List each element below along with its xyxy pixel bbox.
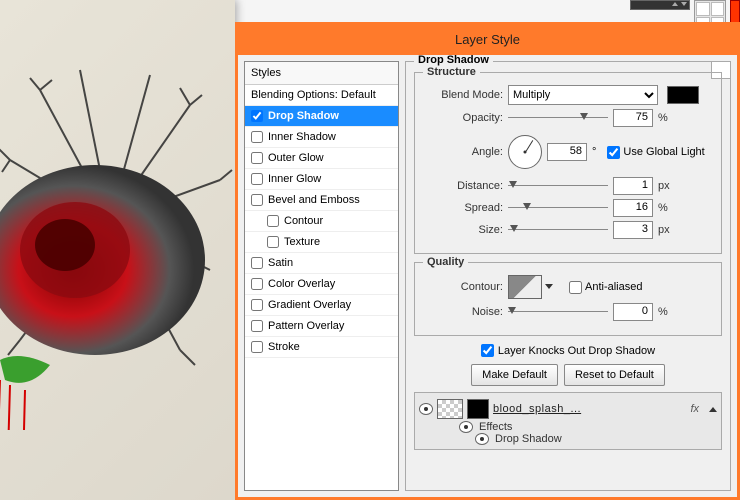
style-item-stroke[interactable]: Stroke	[245, 337, 398, 358]
angle-label: Angle:	[425, 146, 503, 158]
style-checkbox[interactable]	[267, 215, 279, 227]
distance-slider[interactable]	[508, 179, 608, 193]
visibility-eye-icon[interactable]	[459, 421, 473, 433]
anti-aliased-checkbox[interactable]: Anti-aliased	[569, 281, 642, 294]
style-checkbox[interactable]	[251, 173, 263, 185]
effect-settings-panel: Drop Shadow Structure Blend Mode: Multip…	[399, 55, 737, 497]
style-checkbox[interactable]	[267, 236, 279, 248]
style-checkbox[interactable]	[251, 194, 263, 206]
styles-header[interactable]: Styles	[245, 62, 398, 85]
knockout-row: Layer Knocks Out Drop Shadow	[414, 344, 722, 360]
noise-label: Noise:	[425, 306, 503, 318]
contour-label: Contour:	[425, 281, 503, 293]
noise-slider[interactable]	[508, 305, 608, 319]
visibility-eye-icon[interactable]	[419, 403, 433, 415]
layer-mask-thumb	[467, 399, 489, 419]
blend-mode-label: Blend Mode:	[425, 89, 503, 101]
quality-fieldset: Quality Contour: Anti-aliased Noise: 0 %	[414, 262, 722, 336]
spread-label: Spread:	[425, 202, 503, 214]
style-label: Drop Shadow	[268, 110, 339, 122]
blending-options-row[interactable]: Blending Options: Default	[245, 85, 398, 106]
layer-name[interactable]: blood_splash_...	[493, 403, 581, 415]
spread-input[interactable]: 16	[613, 199, 653, 217]
panel-collapse-bar[interactable]	[630, 0, 690, 10]
noise-input[interactable]: 0	[613, 303, 653, 321]
effects-row[interactable]: Effects	[419, 421, 717, 433]
global-light-checkbox[interactable]: Use Global Light	[607, 146, 704, 159]
style-label: Inner Shadow	[268, 131, 336, 143]
style-label: Stroke	[268, 341, 300, 353]
styles-list-panel: Styles Blending Options: Default Drop Sh…	[244, 61, 399, 491]
size-slider[interactable]	[508, 223, 608, 237]
structure-fieldset: Structure Blend Mode: Multiply Opacity: …	[414, 72, 722, 254]
style-item-pattern-overlay[interactable]: Pattern Overlay	[245, 316, 398, 337]
knockout-checkbox[interactable]: Layer Knocks Out Drop Shadow	[481, 344, 655, 357]
reset-default-button[interactable]: Reset to Default	[564, 364, 665, 386]
visibility-eye-icon[interactable]	[475, 433, 489, 445]
layer-thumb-checker	[437, 399, 463, 419]
layer-preview-strip: blood_splash_... fx Effects Drop Shadow	[414, 392, 722, 450]
style-item-contour[interactable]: Contour	[245, 211, 398, 232]
top-panel-strip	[630, 0, 740, 22]
quality-legend: Quality	[423, 256, 468, 268]
layer-style-dialog: Layer Style Styles Blending Options: Def…	[235, 22, 740, 500]
distance-label: Distance:	[425, 180, 503, 192]
collapse-arrow-icon[interactable]	[709, 407, 717, 412]
style-item-inner-glow[interactable]: Inner Glow	[245, 169, 398, 190]
style-label: Bevel and Emboss	[268, 194, 360, 206]
style-checkbox[interactable]	[251, 320, 263, 332]
style-checkbox[interactable]	[251, 131, 263, 143]
blend-mode-select[interactable]: Multiply	[508, 85, 658, 105]
style-label: Gradient Overlay	[268, 299, 351, 311]
style-item-satin[interactable]: Satin	[245, 253, 398, 274]
angle-input[interactable]: 58	[547, 143, 587, 161]
size-label: Size:	[425, 224, 503, 236]
style-label: Inner Glow	[268, 173, 321, 185]
style-checkbox[interactable]	[251, 110, 263, 122]
shadow-color-swatch[interactable]	[667, 86, 699, 104]
style-checkbox[interactable]	[251, 341, 263, 353]
canvas-background	[0, 0, 235, 500]
effect-drop-shadow-row[interactable]: Drop Shadow	[419, 433, 717, 445]
style-label: Contour	[284, 215, 323, 227]
style-item-gradient-overlay[interactable]: Gradient Overlay	[245, 295, 398, 316]
style-label: Texture	[284, 236, 320, 248]
dialog-title: Layer Style	[238, 25, 737, 55]
section-title: Drop Shadow	[414, 55, 493, 66]
style-label: Color Overlay	[268, 278, 335, 290]
style-item-drop-shadow[interactable]: Drop Shadow	[245, 106, 398, 127]
style-checkbox[interactable]	[251, 257, 263, 269]
style-checkbox[interactable]	[251, 299, 263, 311]
angle-dial[interactable]	[508, 135, 542, 169]
distance-input[interactable]: 1	[613, 177, 653, 195]
style-item-outer-glow[interactable]: Outer Glow	[245, 148, 398, 169]
opacity-input[interactable]: 75	[613, 109, 653, 127]
opacity-label: Opacity:	[425, 112, 503, 124]
fx-badge[interactable]: fx	[690, 403, 705, 415]
style-checkbox[interactable]	[251, 278, 263, 290]
style-item-color-overlay[interactable]: Color Overlay	[245, 274, 398, 295]
style-label: Outer Glow	[268, 152, 324, 164]
opacity-slider[interactable]	[508, 111, 608, 125]
style-label: Pattern Overlay	[268, 320, 344, 332]
style-item-inner-shadow[interactable]: Inner Shadow	[245, 127, 398, 148]
make-default-button[interactable]: Make Default	[471, 364, 558, 386]
style-item-bevel-and-emboss[interactable]: Bevel and Emboss	[245, 190, 398, 211]
spread-slider[interactable]	[508, 201, 608, 215]
layer-row[interactable]: blood_splash_... fx	[419, 397, 717, 421]
contour-picker[interactable]	[508, 275, 542, 299]
style-item-texture[interactable]: Texture	[245, 232, 398, 253]
structure-legend: Structure	[423, 66, 480, 78]
size-input[interactable]: 3	[613, 221, 653, 239]
style-checkbox[interactable]	[251, 152, 263, 164]
style-label: Satin	[268, 257, 293, 269]
rose-artwork	[0, 60, 240, 430]
